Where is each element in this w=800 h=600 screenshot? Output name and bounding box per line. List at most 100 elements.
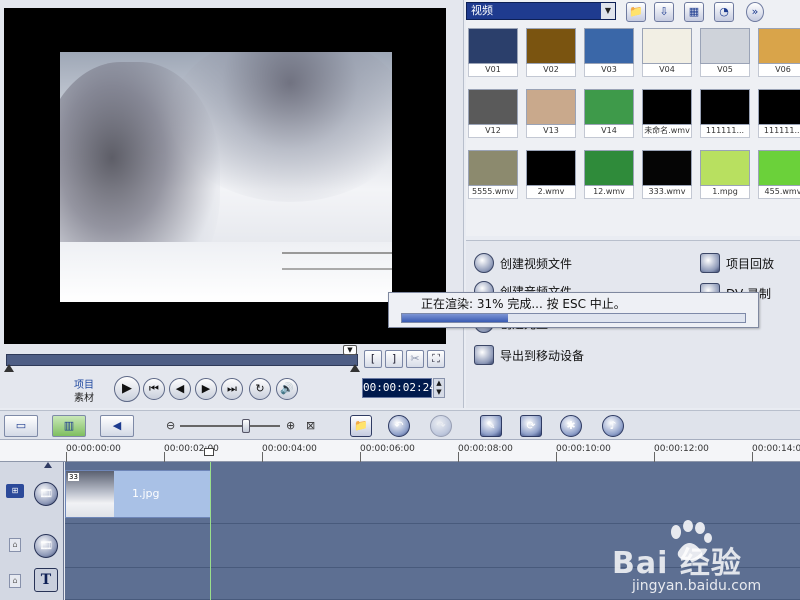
thumbnail-image bbox=[758, 150, 800, 186]
go-to-end-button[interactable]: ⏭ bbox=[221, 378, 243, 400]
thumbnail-image bbox=[526, 150, 576, 186]
redo-icon[interactable]: ↷ bbox=[430, 415, 452, 437]
clip-badge: 33 bbox=[68, 473, 79, 481]
lock-icon[interactable]: ⌂ bbox=[9, 538, 21, 552]
thumbnail-image bbox=[642, 89, 692, 125]
audio-view-button[interactable]: ◀ bbox=[100, 415, 134, 437]
thumbnail-label: 未命名.wmv bbox=[642, 125, 692, 138]
zoom-slider-handle[interactable] bbox=[242, 419, 250, 433]
project-playback-label: 项目回放 bbox=[726, 257, 775, 271]
timecode-spinner[interactable]: ▲ ▼ bbox=[433, 378, 445, 398]
go-to-start-button[interactable]: ⏮ bbox=[143, 378, 165, 400]
insert-media-icon[interactable]: 📁 bbox=[350, 415, 372, 437]
library-thumbnail[interactable]: 455.wmv bbox=[758, 150, 800, 200]
thumbnail-label: 455.wmv bbox=[758, 186, 800, 199]
thumbnail-label: V14 bbox=[584, 125, 634, 138]
undo-icon[interactable]: ↶ bbox=[388, 415, 410, 437]
film-reel-icon bbox=[474, 253, 494, 273]
library-thumbnail[interactable]: 未命名.wmv bbox=[642, 89, 694, 139]
thumbnail-image bbox=[758, 89, 800, 125]
zoom-in-icon[interactable]: ⊕ bbox=[286, 419, 295, 432]
ruler-tick-mark bbox=[164, 452, 165, 462]
fullscreen-icon[interactable]: ⛶ bbox=[427, 350, 445, 368]
mode-clip-label[interactable]: 素材 bbox=[74, 389, 94, 404]
library-thumbnail[interactable]: V02 bbox=[526, 28, 578, 78]
thumbnail-label: 2.wmv bbox=[526, 186, 576, 199]
thumbnail-image bbox=[642, 150, 692, 186]
ruler-tick-label: 00:00:08:00 bbox=[458, 444, 513, 454]
thumbnail-image bbox=[468, 150, 518, 186]
scroll-up-icon[interactable] bbox=[44, 462, 52, 468]
library-thumbnail[interactable]: 1.mpg bbox=[700, 150, 752, 200]
library-thumbnail[interactable]: V01 bbox=[468, 28, 520, 78]
library-category-select[interactable]: 视频 ▼ bbox=[466, 2, 616, 20]
next-frame-button[interactable]: ▶ bbox=[195, 378, 217, 400]
thumbnail-image bbox=[468, 28, 518, 64]
ruler-tick-mark bbox=[556, 452, 557, 462]
track-manager-icon[interactable]: ✱ bbox=[560, 415, 582, 437]
timeline-playhead-handle[interactable] bbox=[204, 448, 214, 456]
import-icon[interactable]: ⇩ bbox=[654, 2, 674, 22]
library-thumbnail[interactable]: 111111... bbox=[758, 89, 800, 139]
mark-in-button[interactable]: [ bbox=[364, 350, 382, 368]
mark-out-button[interactable]: ] bbox=[385, 350, 403, 368]
smart-proxy-icon[interactable]: ✎ bbox=[480, 415, 502, 437]
thumbnail-label: V02 bbox=[526, 64, 576, 77]
zoom-slider[interactable] bbox=[180, 425, 280, 427]
library-thumbnail[interactable]: V04 bbox=[642, 28, 694, 78]
library-thumbnail[interactable]: V13 bbox=[526, 89, 578, 139]
thumbnail-image bbox=[526, 28, 576, 64]
library-thumbnail[interactable]: 111111... bbox=[700, 89, 752, 139]
sort-icon[interactable]: ◔ bbox=[714, 2, 734, 22]
ruler-tick-mark bbox=[458, 452, 459, 462]
batch-convert-icon[interactable]: ⟳ bbox=[520, 415, 542, 437]
fit-to-window-icon[interactable]: ⊠ bbox=[306, 419, 315, 432]
scrub-handle[interactable]: ▼ bbox=[343, 345, 357, 355]
timeline-ruler[interactable]: 00:00:00:00 00:00:02:00 00:00:04:00 00:00:0… bbox=[0, 440, 800, 462]
library-thumbnail[interactable]: V03 bbox=[584, 28, 636, 78]
zoom-out-icon[interactable]: ⊖ bbox=[166, 419, 175, 432]
thumbnail-label: V03 bbox=[584, 64, 634, 77]
mobile-device-icon bbox=[474, 345, 494, 365]
previous-frame-button[interactable]: ◀ bbox=[169, 378, 191, 400]
volume-icon[interactable]: 🔊 bbox=[276, 378, 298, 400]
overlay-track-icon[interactable]: 🎞 bbox=[34, 534, 58, 558]
thumbnail-label: V05 bbox=[700, 64, 750, 77]
auto-music-icon[interactable]: ♪ bbox=[602, 415, 624, 437]
render-progress-dialog: 正在渲染: 31% 完成... 按 ESC 中止。 bbox=[388, 292, 759, 328]
ruler-tick-mark bbox=[66, 452, 67, 462]
title-track-icon[interactable]: T bbox=[34, 568, 58, 592]
folder-icon[interactable]: 📁 bbox=[626, 2, 646, 22]
thumbnail-image bbox=[700, 28, 750, 64]
trim-start-marker[interactable] bbox=[4, 364, 14, 372]
library-manager-icon[interactable]: ▦ bbox=[684, 2, 704, 22]
thumbnail-image bbox=[700, 150, 750, 186]
timeline-playhead[interactable] bbox=[210, 462, 211, 600]
split-clip-icon[interactable]: ✂ bbox=[406, 350, 424, 368]
play-button[interactable]: ▶ bbox=[114, 376, 140, 402]
video-track-row[interactable]: 33 1.jpg bbox=[65, 462, 800, 524]
library-thumbnail[interactable]: 12.wmv bbox=[584, 150, 636, 200]
track-toggle-icon[interactable]: ⊞ bbox=[6, 484, 24, 498]
library-thumbnail[interactable]: V05 bbox=[700, 28, 752, 78]
library-thumbnail[interactable]: 333.wmv bbox=[642, 150, 694, 200]
preview-image-snow-trees bbox=[60, 52, 392, 302]
playback-icon bbox=[700, 253, 720, 273]
repeat-icon[interactable]: ↻ bbox=[249, 378, 271, 400]
timecode-display[interactable]: 00:00:02:24 bbox=[362, 378, 436, 398]
export-mobile-label: 导出到移动设备 bbox=[500, 349, 585, 363]
chevron-down-icon[interactable]: ▼ bbox=[601, 3, 615, 19]
trim-end-marker[interactable] bbox=[350, 364, 360, 372]
library-thumbnail[interactable]: V14 bbox=[584, 89, 636, 139]
library-thumbnail[interactable]: 2.wmv bbox=[526, 150, 578, 200]
library-thumbnail[interactable]: V06 bbox=[758, 28, 800, 78]
timeline-clip[interactable]: 33 1.jpg bbox=[65, 470, 211, 518]
preview-scrub-bar[interactable] bbox=[6, 354, 358, 366]
library-thumbnail[interactable]: 5555.wmv bbox=[468, 150, 520, 200]
library-thumbnail[interactable]: V12 bbox=[468, 89, 520, 139]
expand-icon[interactable]: » bbox=[746, 2, 764, 22]
storyboard-view-button[interactable]: ▭ bbox=[4, 415, 38, 437]
timeline-view-button[interactable]: ▥ bbox=[52, 415, 86, 437]
video-track-icon[interactable]: 🎞 bbox=[34, 482, 58, 506]
lock-icon[interactable]: ⌂ bbox=[9, 574, 21, 588]
